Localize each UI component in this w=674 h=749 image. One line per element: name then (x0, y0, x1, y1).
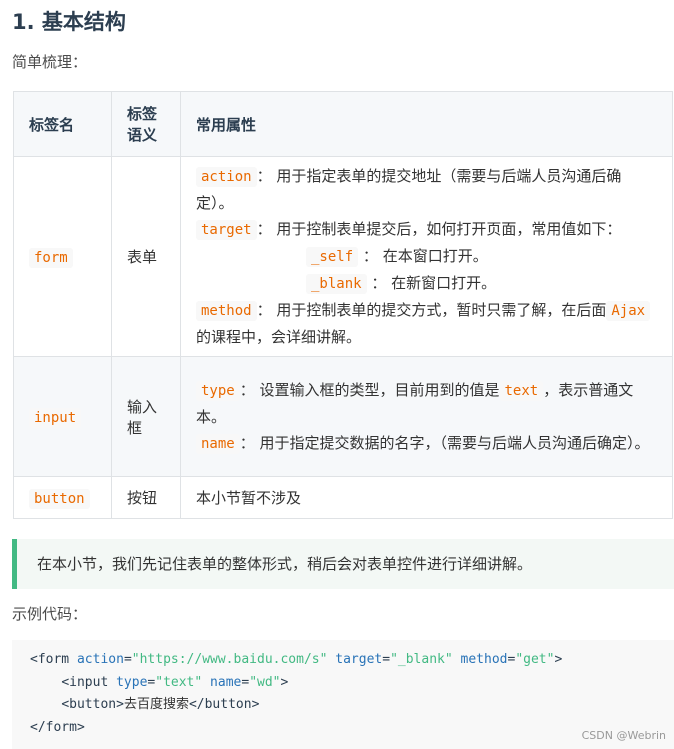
code-string: "https://www.baidu.com/s" (131, 652, 328, 667)
code-string: "get" (515, 652, 555, 667)
example-label: 示例代码： (12, 605, 88, 623)
attr-desc: ： 在新窗口打开。 (366, 274, 497, 292)
code-attr: target (335, 652, 383, 667)
table-header-row: 标签名 标签语义 常用属性 (13, 91, 673, 157)
code-inline: text (499, 380, 544, 401)
cell-tag: button (13, 476, 112, 519)
code-attr: action (76, 652, 124, 667)
table-row: button 按钮 本小节暂不涉及 (13, 476, 673, 519)
code-line: <input type="text" name="wd"> (61, 674, 289, 690)
code-inline: _self (306, 247, 359, 267)
attr-desc: 的课程中，会详细讲解。 (196, 328, 362, 346)
code-inline: form (29, 247, 73, 268)
code-inline: Ajax (606, 301, 651, 321)
code-block: <form action="https://www.baidu.com/s" t… (12, 640, 674, 749)
cell-attrs: type： 设置输入框的类型，目前用到的值是 text ，表示普通文本。 name：… (180, 356, 673, 477)
code-attr: type (116, 674, 148, 690)
table-row: input 输入框 type： 设置输入框的类型，目前用到的值是 text ，表示普… (13, 356, 673, 477)
cell-semantic: 表单 (111, 156, 181, 357)
code-tag: > (280, 674, 289, 690)
code-inline: button (29, 488, 90, 509)
code-inline: type (196, 380, 240, 401)
cell-tag: input (13, 356, 112, 477)
watermark: CSDN @Webrin (581, 729, 666, 742)
code-inline: target (196, 220, 257, 240)
cell-attrs: 本小节暂不涉及 (180, 476, 673, 519)
code-tag: </form> (30, 719, 85, 735)
tip-callout: 在本小节，我们先记住表单的整体形式，稍后会对表单控件进行详细讲解。 (12, 539, 674, 589)
code-tag: <button> (61, 697, 124, 712)
code-tag: <input (61, 674, 109, 690)
section-heading: 1. 基本结构 (12, 10, 126, 34)
attr-desc: ： 用于指定提交数据的名字，（需要与后端人员沟通后确定）。 (239, 433, 650, 452)
code-inline: input (29, 407, 82, 428)
header-tag-name: 标签名 (13, 91, 112, 157)
code-tag: </button> (188, 697, 260, 712)
attr-desc: ： 用于指定表单的提交地址（需要与后端人员沟通后确定）。 (196, 167, 622, 212)
code-inline: name (196, 433, 240, 454)
cell-semantic: 按钮 (111, 476, 181, 519)
code-string: "wd" (249, 674, 281, 690)
table-row: form 表单 action： 用于指定表单的提交地址（需要与后端人员沟通后确定… (13, 156, 673, 357)
code-string: "text" (155, 674, 203, 690)
header-common-attrs: 常用属性 (180, 91, 673, 157)
code-inline: action (196, 167, 257, 187)
cell-semantic: 输入框 (111, 356, 181, 477)
code-tag: <form (30, 652, 70, 667)
code-line: <button>去百度搜索</button> (30, 694, 674, 717)
cell-tag: form (13, 156, 112, 357)
code-attr: name (210, 674, 242, 690)
attr-desc: ： 用于控制表单提交后，如何打开页面，常用值如下： (256, 220, 622, 238)
code-inline: method (196, 301, 257, 321)
code-text: 去百度搜索 (123, 697, 189, 712)
attr-desc: ： 用于控制表单的提交方式，暂时只需了解，在后面 (256, 301, 607, 319)
header-tag-semantic: 标签语义 (111, 91, 181, 157)
intro-text: 简单梳理： (12, 53, 88, 71)
tag-table: 标签名 标签语义 常用属性 form 表单 action： 用于指定表单的提交地… (13, 91, 673, 519)
code-inline: _blank (306, 274, 367, 294)
attr-desc: ： 在本窗口打开。 (358, 247, 488, 265)
code-attr: method (460, 652, 508, 667)
code-line: <form action="https://www.baidu.com/s" t… (30, 652, 563, 667)
cell-attrs: action： 用于指定表单的提交地址（需要与后端人员沟通后确定）。 targe… (180, 156, 673, 357)
code-string: "_blank" (390, 652, 453, 667)
code-tag: > (554, 652, 563, 667)
attr-desc: ： 设置输入框的类型，目前用到的值是 (239, 380, 500, 399)
code-line: </form> (30, 717, 674, 740)
